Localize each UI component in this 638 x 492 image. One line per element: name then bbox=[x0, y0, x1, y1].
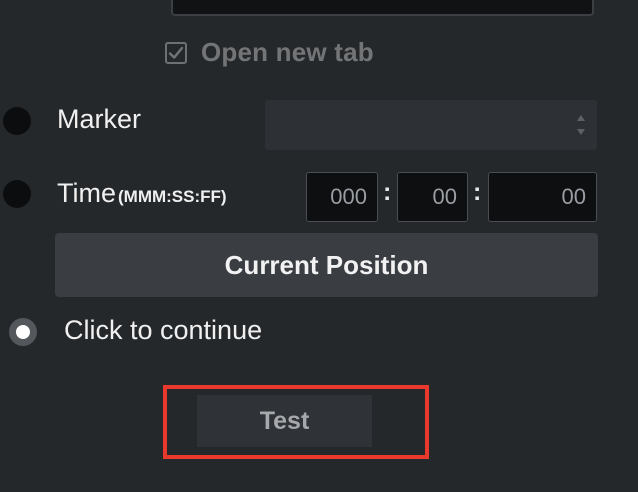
marker-label: Marker bbox=[57, 104, 142, 134]
time-format-label: (MMM:SS:FF) bbox=[118, 187, 227, 206]
current-position-button[interactable]: Current Position bbox=[55, 233, 598, 297]
time-frames-field[interactable]: 00 bbox=[488, 172, 597, 222]
highlight-box bbox=[163, 385, 429, 459]
time-seconds-field[interactable]: 00 bbox=[397, 172, 468, 222]
check-icon bbox=[168, 46, 184, 59]
time-separator: : bbox=[473, 178, 482, 206]
time-label: Time (MMM:SS:FF) bbox=[57, 178, 227, 209]
open-new-tab-label: Open new tab bbox=[201, 37, 374, 67]
time-radio[interactable] bbox=[3, 180, 31, 208]
url-input[interactable] bbox=[171, 0, 594, 16]
click-to-continue-radio[interactable] bbox=[9, 318, 37, 346]
time-minutes-field[interactable]: 000 bbox=[306, 172, 378, 222]
marker-radio[interactable] bbox=[3, 107, 31, 135]
time-separator: : bbox=[383, 178, 392, 206]
marker-select[interactable] bbox=[265, 100, 597, 150]
spinner-arrows-icon bbox=[577, 115, 585, 135]
action-settings-panel: Open new tab Marker Time (MMM:SS:FF) 000 … bbox=[0, 0, 638, 492]
open-new-tab-checkbox[interactable] bbox=[165, 41, 187, 64]
click-to-continue-label: Click to continue bbox=[64, 315, 263, 345]
open-new-tab-option[interactable]: Open new tab bbox=[165, 37, 374, 68]
time-label-text: Time bbox=[57, 178, 116, 208]
